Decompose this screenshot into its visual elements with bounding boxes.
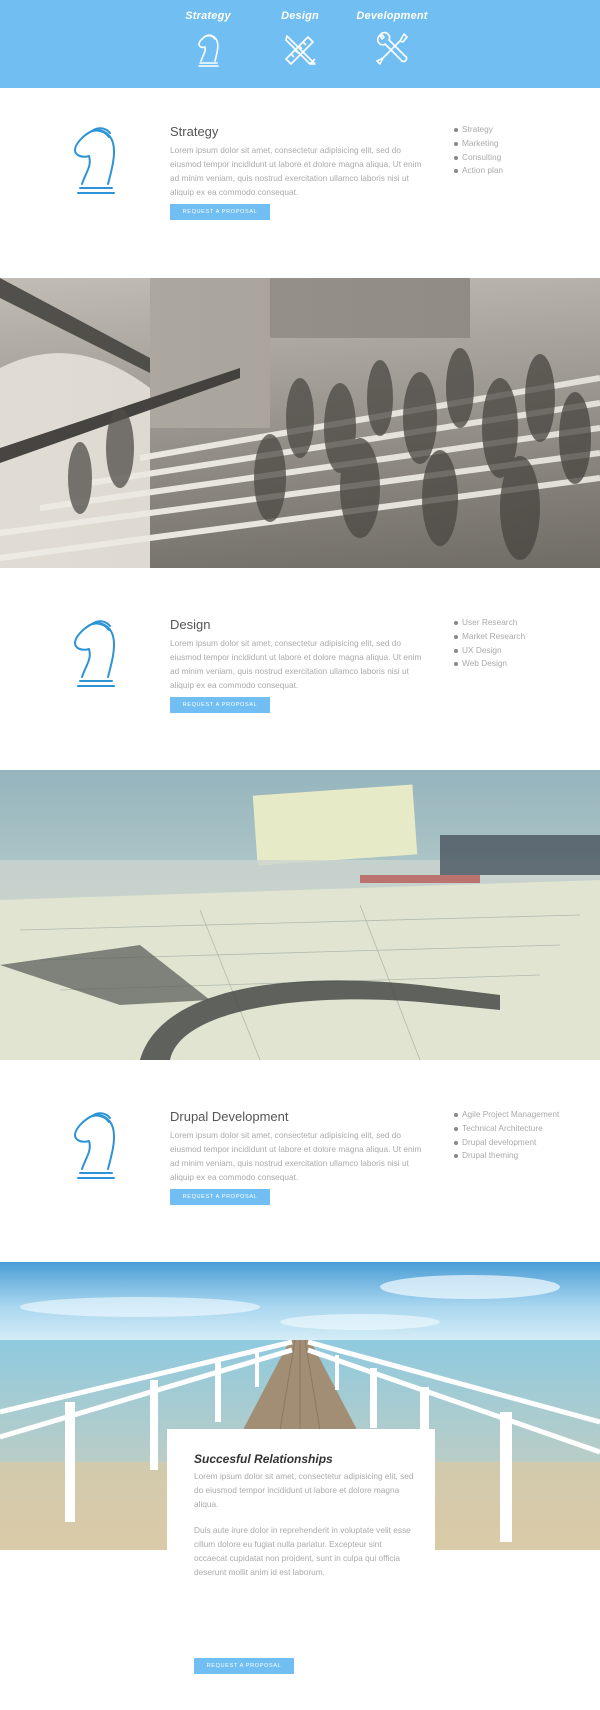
section-description: Lorem ipsum dolor sit amet, consectetur … bbox=[170, 638, 422, 690]
service-list: User Research Market Research UX Design … bbox=[453, 616, 525, 671]
service-drupal-development: Drupal Development Lorem ipsum dolor sit… bbox=[0, 1081, 600, 1271]
service-design: Design Lorem ipsum dolor sit amet, conse… bbox=[0, 589, 600, 779]
list-item: Drupal theming bbox=[453, 1149, 559, 1163]
nav-label-design: Design bbox=[281, 10, 319, 22]
nav-item-strategy[interactable]: Strategy bbox=[158, 10, 258, 67]
card-paragraph: Lorem ipsum dolor sit amet, consectetur … bbox=[194, 1471, 414, 1509]
list-item: Consulting bbox=[453, 151, 503, 165]
relationships-card: Succesful Relationships Lorem ipsum dolo… bbox=[167, 1429, 435, 1710]
card-title: Succesful Relationships bbox=[194, 1452, 333, 1466]
list-item: Agile Project Management bbox=[453, 1108, 559, 1122]
card-paragraph: Duis aute irure dolor in reprehenderit i… bbox=[194, 1525, 411, 1577]
crowd-stairs-photo bbox=[0, 278, 600, 568]
list-item: Marketing bbox=[453, 137, 503, 151]
pencil-ruler-icon bbox=[285, 35, 316, 65]
list-item: Market Research bbox=[453, 630, 525, 644]
section-title: Design bbox=[170, 617, 211, 632]
knight-chess-icon bbox=[74, 620, 116, 687]
section-title: Strategy bbox=[170, 124, 219, 139]
service-list: Agile Project Management Technical Archi… bbox=[453, 1108, 559, 1163]
crowd-stairs-image bbox=[0, 278, 600, 568]
blueprint-photo bbox=[0, 770, 600, 1060]
request-proposal-button[interactable]: Request a proposal bbox=[170, 204, 270, 220]
list-item: UX Design bbox=[453, 644, 525, 658]
section-description: Lorem ipsum dolor sit amet, consectetur … bbox=[170, 1130, 422, 1182]
list-item: Action plan bbox=[453, 164, 503, 178]
knight-chess-icon bbox=[74, 1112, 116, 1179]
service-strategy: Strategy Lorem ipsum dolor sit amet, con… bbox=[0, 96, 600, 286]
list-item: User Research bbox=[453, 616, 525, 630]
service-list: Strategy Marketing Consulting Action pla… bbox=[453, 123, 503, 178]
top-navigation: Strategy Design Development bbox=[0, 0, 600, 88]
section-description: Lorem ipsum dolor sit amet, consectetur … bbox=[170, 145, 422, 197]
request-proposal-button[interactable]: Request a proposal bbox=[170, 1189, 270, 1205]
knight-chess-icon bbox=[198, 34, 219, 67]
nav-label-development: Development bbox=[356, 10, 428, 22]
request-proposal-button[interactable]: Request a proposal bbox=[170, 697, 270, 713]
request-proposal-button[interactable]: Request a proposal bbox=[194, 1658, 294, 1674]
knight-chess-icon bbox=[74, 127, 116, 194]
list-item: Web Design bbox=[453, 657, 525, 671]
list-item: Technical Architecture bbox=[453, 1122, 559, 1136]
wrench-screwdriver-icon bbox=[376, 31, 408, 65]
nav-item-development[interactable]: Development bbox=[342, 10, 442, 67]
list-item: Drupal development bbox=[453, 1136, 559, 1150]
blueprint-image bbox=[0, 770, 600, 1060]
list-item: Strategy bbox=[453, 123, 503, 137]
section-title: Drupal Development bbox=[170, 1109, 289, 1124]
nav-item-design[interactable]: Design bbox=[250, 10, 350, 67]
nav-label-strategy: Strategy bbox=[185, 10, 231, 22]
